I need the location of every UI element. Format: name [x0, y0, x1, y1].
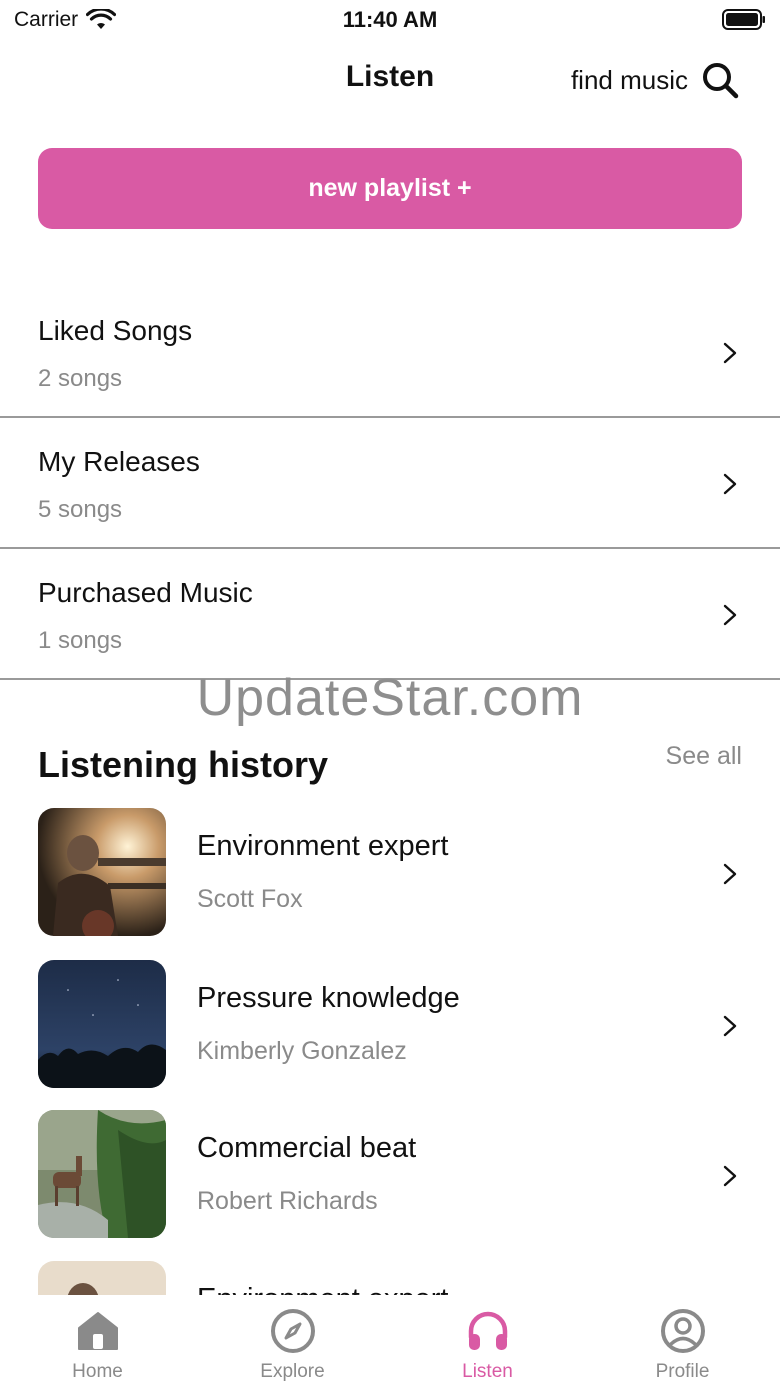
history-item[interactable]: Environment expert [0, 1261, 780, 1295]
track-title: Environment expert [197, 830, 449, 862]
find-music-button[interactable]: find music [571, 60, 740, 100]
library-row-liked-songs[interactable]: Liked Songs 2 songs [0, 287, 780, 418]
album-art [38, 808, 166, 936]
search-icon [703, 63, 739, 99]
history-item[interactable]: Environment expert Scott Fox [0, 808, 780, 938]
headphones-icon [468, 1311, 507, 1350]
battery-icon [722, 9, 765, 30]
track-artist: Robert Richards [197, 1187, 378, 1215]
profile-icon [660, 1309, 705, 1353]
track-title: Commercial beat [197, 1132, 417, 1164]
clock: 11:40 AM [342, 7, 438, 32]
chevron-right-icon [723, 1165, 737, 1187]
history-item[interactable]: Commercial beat Robert Richards [0, 1110, 780, 1240]
tab-bar: Home Explore Listen Profile [0, 1295, 780, 1387]
chevron-right-icon [723, 1015, 737, 1037]
track-title: Environment expert [197, 1283, 448, 1295]
library-row-my-releases[interactable]: My Releases 5 songs [0, 418, 780, 549]
album-art [38, 960, 166, 1088]
library-row-count: 5 songs [38, 496, 123, 523]
tab-label: Home [72, 1361, 123, 1382]
track-artist: Scott Fox [197, 885, 303, 913]
library-row-title: Liked Songs [38, 315, 193, 346]
library-list: Liked Songs 2 songs My Releases 5 songs … [0, 287, 780, 680]
chevron-right-icon [723, 863, 737, 885]
chevron-right-icon [723, 604, 737, 626]
tab-profile[interactable]: Profile [585, 1295, 780, 1387]
tab-label: Explore [260, 1361, 325, 1382]
find-music-label: find music [570, 64, 688, 95]
library-row-count: 2 songs [38, 365, 123, 392]
library-row-title: My Releases [38, 446, 200, 477]
tab-label: Listen [462, 1361, 513, 1382]
library-row-count: 1 songs [38, 627, 123, 654]
tab-label: Profile [655, 1361, 710, 1382]
status-bar: Carrier 11:40 AM [0, 0, 780, 40]
home-icon [77, 1312, 118, 1350]
library-row-title: Purchased Music [38, 577, 253, 608]
history-list: Environment expert Scott Fox Pressure kn… [0, 808, 780, 1295]
track-title: Pressure knowledge [197, 982, 460, 1014]
chevron-right-icon [723, 342, 737, 364]
chevron-right-icon [723, 473, 737, 495]
section-title: Listening history [38, 744, 329, 785]
see-all-link[interactable]: See all [666, 742, 742, 771]
album-art [38, 1110, 166, 1238]
history-item[interactable]: Pressure knowledge Kimberly Gonzalez [0, 960, 780, 1090]
album-art [38, 1261, 166, 1295]
library-row-purchased-music[interactable]: Purchased Music 1 songs [0, 549, 780, 680]
tab-home[interactable]: Home [0, 1295, 195, 1387]
tab-listen[interactable]: Listen [390, 1295, 585, 1387]
compass-icon [270, 1309, 315, 1353]
tab-explore[interactable]: Explore [195, 1295, 390, 1387]
watermark: UpdateStar.com [196, 669, 584, 727]
new-playlist-button[interactable]: new playlist + [38, 148, 742, 229]
new-playlist-label: new playlist + [308, 174, 472, 202]
track-artist: Kimberly Gonzalez [197, 1037, 407, 1065]
